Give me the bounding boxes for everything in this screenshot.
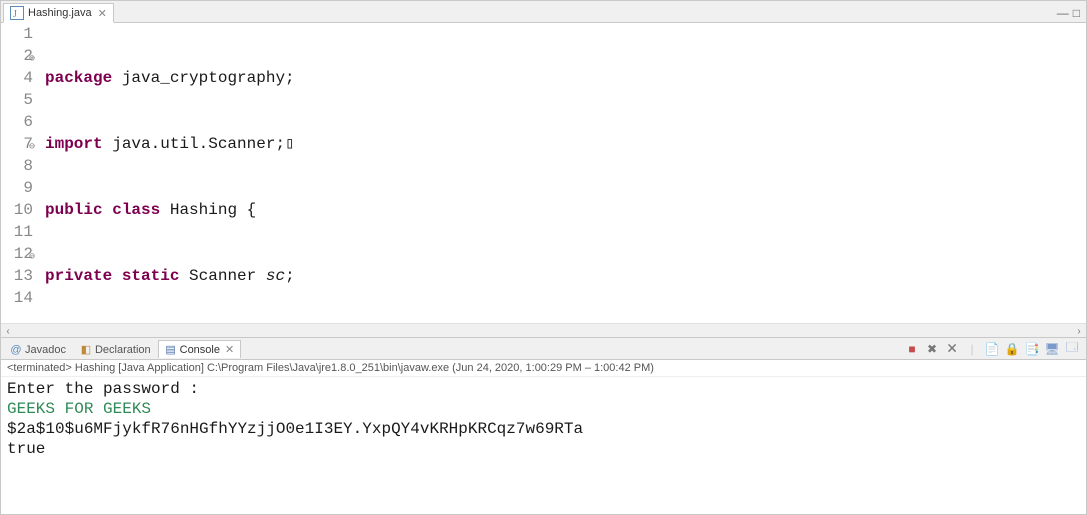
tab-javadoc[interactable]: @ Javadoc bbox=[3, 341, 73, 358]
declaration-icon: ◧ bbox=[80, 344, 92, 356]
line-number: 4 bbox=[1, 67, 33, 89]
tab-label: Javadoc bbox=[25, 344, 66, 356]
view-tab-bar: @ Javadoc ◧ Declaration ▤ Console ✕ ■ ✖ … bbox=[1, 338, 1086, 360]
code-body[interactable]: package java_cryptography; import java.u… bbox=[39, 23, 1086, 323]
remove-launch-button[interactable]: ✖ bbox=[924, 341, 940, 357]
line-number: 10 bbox=[1, 199, 33, 221]
maximize-editor-button[interactable]: □ bbox=[1073, 6, 1080, 20]
code-line: package java_cryptography; bbox=[45, 67, 1086, 89]
scroll-right-icon[interactable]: › bbox=[1072, 324, 1086, 338]
editor-tab-bar: J Hashing.java ✕ — □ bbox=[1, 1, 1086, 23]
line-number: 9 bbox=[1, 177, 33, 199]
line-number: 7⊖ bbox=[1, 133, 33, 155]
terminate-button[interactable]: ■ bbox=[904, 341, 920, 357]
console-status-text: <terminated> Hashing [Java Application] … bbox=[7, 362, 654, 374]
console-line: true bbox=[7, 439, 1080, 459]
display-selected-console-button[interactable]: 🖥 bbox=[1044, 341, 1060, 357]
java-file-icon: J bbox=[10, 6, 24, 20]
code-line: import java.util.Scanner;▯ bbox=[45, 133, 1086, 155]
line-gutter: 1 2⊕ 4 5 6 7⊖ 8 9 10 11 12⊖ 13 14 bbox=[1, 23, 39, 323]
tab-label: Declaration bbox=[95, 344, 151, 356]
pin-console-button[interactable]: 📑 bbox=[1024, 341, 1040, 357]
line-number: 12⊖ bbox=[1, 243, 33, 265]
file-tab-hashing[interactable]: J Hashing.java ✕ bbox=[3, 3, 114, 23]
console-toolbar: ■ ✖ 🗙 | 📄 🔒 📑 🖥 🗔 bbox=[904, 341, 1086, 357]
scroll-left-icon[interactable]: ‹ bbox=[1, 324, 15, 338]
code-editor[interactable]: 1 2⊕ 4 5 6 7⊖ 8 9 10 11 12⊖ 13 14 packag… bbox=[1, 23, 1086, 323]
code-line: private static Scanner sc; bbox=[45, 265, 1086, 287]
clear-console-button[interactable]: 📄 bbox=[984, 341, 1000, 357]
toolbar-separator: | bbox=[964, 341, 980, 357]
close-tab-icon[interactable]: ✕ bbox=[98, 7, 107, 20]
console-icon: ▤ bbox=[165, 344, 177, 356]
console-status: <terminated> Hashing [Java Application] … bbox=[1, 360, 1086, 377]
bottom-pane: @ Javadoc ◧ Declaration ▤ Console ✕ ■ ✖ … bbox=[1, 338, 1086, 514]
open-console-button[interactable]: 🗔 bbox=[1064, 341, 1080, 357]
remove-all-button[interactable]: 🗙 bbox=[944, 341, 960, 357]
console-output[interactable]: Enter the password : GEEKS FOR GEEKS $2a… bbox=[1, 377, 1086, 514]
line-number: 6 bbox=[1, 111, 33, 133]
tab-declaration[interactable]: ◧ Declaration bbox=[73, 341, 158, 358]
console-line: $2a$10$u6MFjykfR76nHGfhYYzjjO0e1I3EY.Yxp… bbox=[7, 419, 1080, 439]
line-number: 11 bbox=[1, 221, 33, 243]
svg-text:J: J bbox=[13, 9, 17, 20]
close-view-icon[interactable]: ✕ bbox=[225, 343, 234, 356]
file-tab-label: Hashing.java bbox=[28, 7, 92, 19]
minimize-editor-button[interactable]: — bbox=[1057, 6, 1069, 20]
console-input-line: GEEKS FOR GEEKS bbox=[7, 399, 1080, 419]
line-number: 5 bbox=[1, 89, 33, 111]
editor-pane: J Hashing.java ✕ — □ 1 2⊕ 4 5 6 7⊖ 8 9 1… bbox=[1, 1, 1086, 338]
line-number: 2⊕ bbox=[1, 45, 33, 67]
editor-window-controls: — □ bbox=[1057, 6, 1086, 22]
console-line: Enter the password : bbox=[7, 379, 1080, 399]
line-number: 14 bbox=[1, 287, 33, 309]
editor-horizontal-scrollbar[interactable]: ‹ › bbox=[1, 323, 1086, 337]
line-number: 1 bbox=[1, 23, 33, 45]
scroll-lock-button[interactable]: 🔒 bbox=[1004, 341, 1020, 357]
line-number: 8 bbox=[1, 155, 33, 177]
tab-console[interactable]: ▤ Console ✕ bbox=[158, 340, 242, 358]
javadoc-icon: @ bbox=[10, 344, 22, 356]
code-line: public class Hashing { bbox=[45, 199, 1086, 221]
tab-label: Console bbox=[180, 344, 220, 356]
line-number: 13 bbox=[1, 265, 33, 287]
